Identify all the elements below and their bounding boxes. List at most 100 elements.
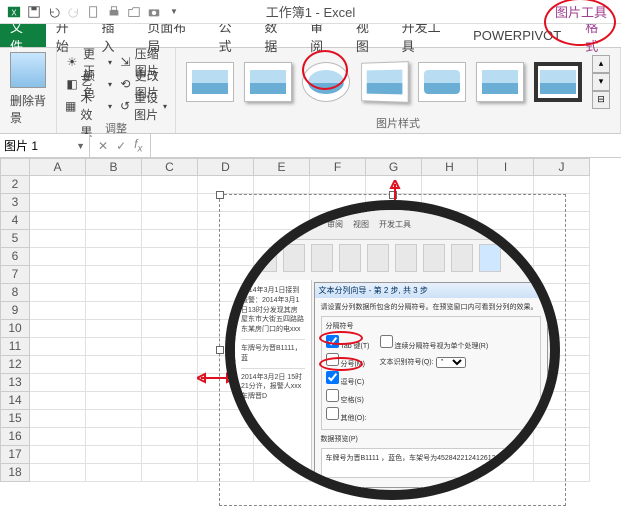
undo-icon[interactable] — [45, 3, 63, 21]
row-header[interactable]: 12 — [0, 356, 30, 374]
tab-dev[interactable]: 开发工具 — [392, 24, 463, 47]
tab-view[interactable]: 视图 — [346, 24, 392, 47]
cell[interactable] — [30, 284, 86, 302]
reset-pic-button[interactable]: ↺重设图片 ▾ — [120, 96, 167, 116]
cell[interactable] — [30, 266, 86, 284]
column-header[interactable]: J — [534, 158, 590, 176]
tab-review[interactable]: 审阅 — [300, 24, 346, 47]
cell[interactable] — [310, 176, 366, 194]
redo-icon[interactable] — [65, 3, 83, 21]
cell[interactable] — [30, 302, 86, 320]
row-header[interactable]: 6 — [0, 248, 30, 266]
select-all-corner[interactable] — [0, 158, 30, 176]
row-header[interactable]: 8 — [0, 284, 30, 302]
name-box[interactable]: ▼ — [0, 134, 90, 157]
cell[interactable] — [534, 176, 590, 194]
tab-home[interactable]: 开始 — [46, 24, 92, 47]
cell[interactable] — [86, 410, 142, 428]
cell[interactable] — [30, 230, 86, 248]
cell[interactable] — [142, 248, 198, 266]
tab-insert[interactable]: 插入 — [91, 24, 137, 47]
cell[interactable] — [30, 410, 86, 428]
cell[interactable] — [478, 176, 534, 194]
qat-dropdown-icon[interactable]: ▼ — [165, 3, 183, 21]
cell[interactable] — [30, 212, 86, 230]
qat-camera-icon[interactable] — [145, 3, 163, 21]
column-header[interactable]: F — [310, 158, 366, 176]
row-header[interactable]: 13 — [0, 374, 30, 392]
row-header[interactable]: 10 — [0, 320, 30, 338]
cell[interactable] — [142, 176, 198, 194]
row-header[interactable]: 2 — [0, 176, 30, 194]
remove-background-button[interactable]: 删除背景 — [4, 50, 52, 128]
column-header[interactable]: C — [142, 158, 198, 176]
picture-style-2[interactable] — [244, 62, 292, 102]
cell[interactable] — [86, 266, 142, 284]
tab-file[interactable]: 文件 — [0, 24, 46, 47]
cell[interactable] — [142, 338, 198, 356]
column-header[interactable]: G — [366, 158, 422, 176]
cancel-icon[interactable]: ✕ — [98, 139, 108, 153]
cell[interactable] — [142, 284, 198, 302]
column-header[interactable]: I — [478, 158, 534, 176]
cell[interactable] — [30, 356, 86, 374]
cell[interactable] — [142, 446, 198, 464]
cell[interactable] — [86, 176, 142, 194]
cell[interactable] — [422, 176, 478, 194]
enter-icon[interactable]: ✓ — [116, 139, 126, 153]
name-box-input[interactable] — [4, 139, 64, 153]
name-box-dropdown-icon[interactable]: ▼ — [76, 141, 85, 151]
row-header[interactable]: 16 — [0, 428, 30, 446]
cell[interactable] — [30, 374, 86, 392]
cell[interactable] — [30, 248, 86, 266]
save-icon[interactable] — [25, 3, 43, 21]
picture-style-3[interactable] — [302, 62, 350, 102]
cell[interactable] — [30, 338, 86, 356]
row-header[interactable]: 18 — [0, 464, 30, 482]
picture-style-6[interactable] — [476, 62, 524, 102]
row-header[interactable]: 11 — [0, 338, 30, 356]
cell[interactable] — [142, 230, 198, 248]
cell[interactable] — [86, 248, 142, 266]
cell[interactable] — [142, 410, 198, 428]
cell[interactable] — [142, 266, 198, 284]
formula-input[interactable] — [151, 134, 621, 157]
cell[interactable] — [142, 464, 198, 482]
cell[interactable] — [86, 212, 142, 230]
gallery-scroll[interactable]: ▴▾⊟ — [592, 55, 610, 109]
column-header[interactable]: D — [198, 158, 254, 176]
cell[interactable] — [142, 212, 198, 230]
cell[interactable] — [30, 320, 86, 338]
fx-icon[interactable]: fx — [134, 137, 142, 154]
tab-powerpivot[interactable]: POWERPIVOT — [463, 24, 571, 47]
cell[interactable] — [86, 392, 142, 410]
cell[interactable] — [86, 230, 142, 248]
column-header[interactable]: B — [86, 158, 142, 176]
qat-folder-icon[interactable] — [125, 3, 143, 21]
tab-data[interactable]: 数据 — [254, 24, 300, 47]
row-header[interactable]: 14 — [0, 392, 30, 410]
picture-style-1[interactable] — [186, 62, 234, 102]
cell[interactable] — [86, 428, 142, 446]
qat-print-icon[interactable] — [105, 3, 123, 21]
cell[interactable] — [142, 356, 198, 374]
column-header[interactable]: E — [254, 158, 310, 176]
row-header[interactable]: 15 — [0, 410, 30, 428]
row-header[interactable]: 3 — [0, 194, 30, 212]
cell[interactable] — [142, 320, 198, 338]
picture-style-5[interactable] — [418, 62, 466, 102]
cell[interactable] — [86, 320, 142, 338]
tab-formulas[interactable]: 公式 — [209, 24, 255, 47]
artistic-button[interactable]: ▦艺术效果 ▾ — [65, 96, 112, 116]
cell[interactable] — [142, 194, 198, 212]
row-header[interactable]: 17 — [0, 446, 30, 464]
cell[interactable] — [30, 464, 86, 482]
column-header[interactable]: H — [422, 158, 478, 176]
cell[interactable] — [142, 428, 198, 446]
picture-style-4[interactable] — [361, 61, 409, 103]
picture-style-7[interactable] — [534, 62, 582, 102]
cell[interactable] — [86, 446, 142, 464]
cell[interactable] — [366, 176, 422, 194]
cell[interactable] — [30, 176, 86, 194]
cell[interactable] — [86, 356, 142, 374]
